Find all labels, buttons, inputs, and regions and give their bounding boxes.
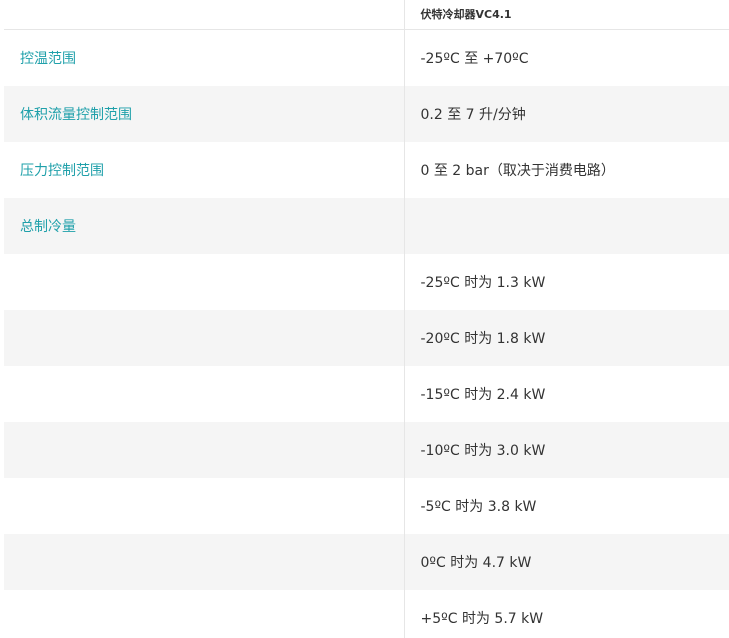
table-row: -20ºC 时为 1.8 kW <box>4 310 729 366</box>
row-label <box>4 534 405 590</box>
spec-page: 伏特冷却器VC4.1 控温范围 -25ºC 至 +70ºC 体积流量控制范围 0… <box>0 0 729 638</box>
table-row: 总制冷量 <box>4 198 729 254</box>
row-label <box>4 366 405 422</box>
specification-table: 伏特冷却器VC4.1 控温范围 -25ºC 至 +70ºC 体积流量控制范围 0… <box>4 0 729 638</box>
row-label <box>4 478 405 534</box>
header-product-name: 伏特冷却器VC4.1 <box>404 0 729 30</box>
row-value: -20ºC 时为 1.8 kW <box>404 310 729 366</box>
row-label: 压力控制范围 <box>4 142 405 198</box>
table-row: -25ºC 时为 1.3 kW <box>4 254 729 310</box>
row-value: -25ºC 时为 1.3 kW <box>404 254 729 310</box>
row-value: -15ºC 时为 2.4 kW <box>404 366 729 422</box>
row-label <box>4 254 405 310</box>
row-label: 总制冷量 <box>4 198 405 254</box>
table-row: -10ºC 时为 3.0 kW <box>4 422 729 478</box>
table-row: 控温范围 -25ºC 至 +70ºC <box>4 29 729 86</box>
table-row: -15ºC 时为 2.4 kW <box>4 366 729 422</box>
table-row: 体积流量控制范围 0.2 至 7 升/分钟 <box>4 86 729 142</box>
table-row: 压力控制范围 0 至 2 bar（取决于消费电路） <box>4 142 729 198</box>
table-header-row: 伏特冷却器VC4.1 <box>4 0 729 30</box>
row-value: +5ºC 时为 5.7 kW <box>404 590 729 638</box>
row-label: 体积流量控制范围 <box>4 86 405 142</box>
table-row: 0ºC 时为 4.7 kW <box>4 534 729 590</box>
header-label-cell <box>4 0 405 30</box>
row-value: 0ºC 时为 4.7 kW <box>404 534 729 590</box>
row-value: 0.2 至 7 升/分钟 <box>404 86 729 142</box>
row-value: 0 至 2 bar（取决于消费电路） <box>404 142 729 198</box>
row-value: -5ºC 时为 3.8 kW <box>404 478 729 534</box>
table-row: +5ºC 时为 5.7 kW <box>4 590 729 638</box>
row-label <box>4 310 405 366</box>
row-label <box>4 590 405 638</box>
row-label: 控温范围 <box>4 29 405 86</box>
row-value: -10ºC 时为 3.0 kW <box>404 422 729 478</box>
row-value: -25ºC 至 +70ºC <box>404 29 729 86</box>
row-label <box>4 422 405 478</box>
row-value <box>404 198 729 254</box>
table-row: -5ºC 时为 3.8 kW <box>4 478 729 534</box>
